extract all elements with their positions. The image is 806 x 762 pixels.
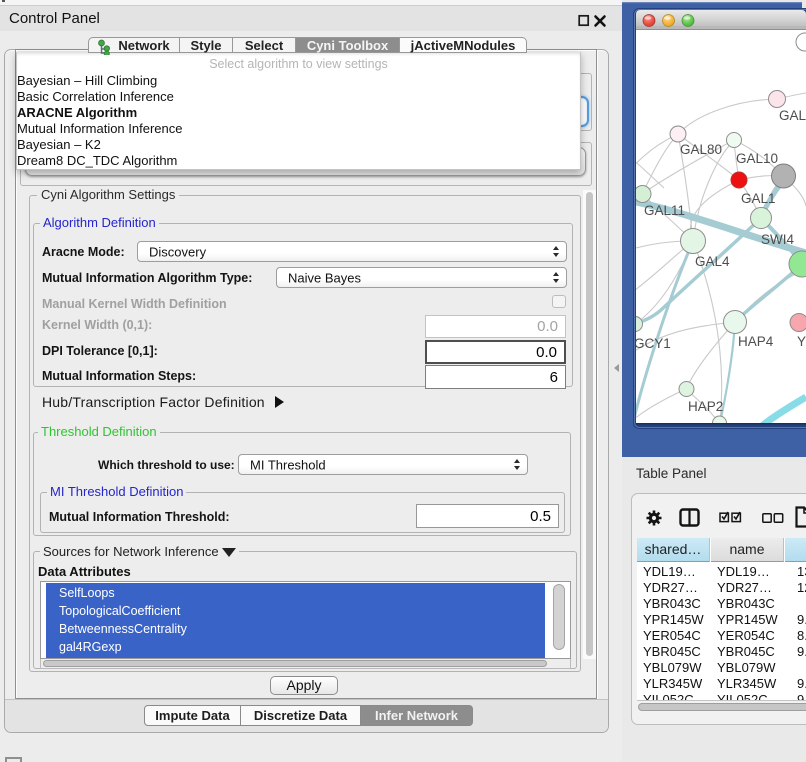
svg-text:GAL1: GAL1 <box>741 191 776 206</box>
svg-text:GAL80: GAL80 <box>680 142 722 157</box>
svg-text:HAP2: HAP2 <box>688 399 723 414</box>
svg-text:GAL2: GAL2 <box>779 108 806 123</box>
svg-text:GAL11: GAL11 <box>644 203 685 218</box>
svg-text:GAL10: GAL10 <box>736 151 778 166</box>
svg-text:Y: Y <box>797 334 806 349</box>
svg-text:SWI4: SWI4 <box>761 232 794 247</box>
svg-text:HAP4: HAP4 <box>738 334 774 349</box>
svg-text:GCY1: GCY1 <box>634 336 671 351</box>
svg-text:GAL4: GAL4 <box>695 254 730 269</box>
